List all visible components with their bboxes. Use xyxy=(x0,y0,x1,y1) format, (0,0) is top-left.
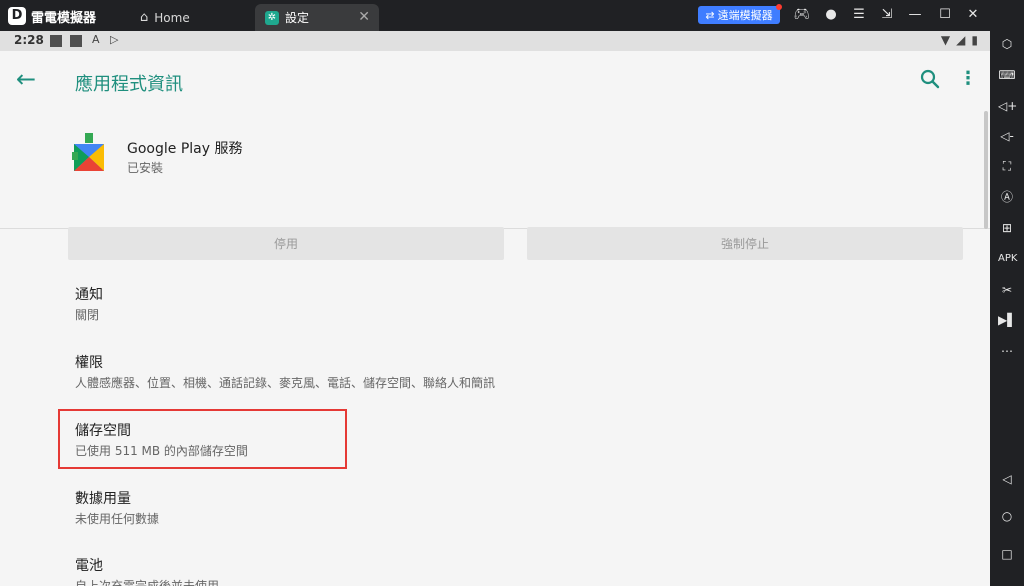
page-title: 應用程式資訊 xyxy=(75,74,183,95)
notification-a-icon: A xyxy=(92,33,100,46)
gamepad-icon[interactable]: 🎮︎ xyxy=(793,6,811,24)
account-icon[interactable]: ● xyxy=(822,6,840,24)
disable-button[interactable]: 停用 xyxy=(68,227,504,260)
item-subtitle: 關閉 xyxy=(75,308,100,322)
menu-icon[interactable]: ☰ xyxy=(850,6,868,24)
signal-icon: ◢ xyxy=(956,33,966,47)
brand-name: 雷電模擬器 xyxy=(31,10,97,26)
item-subtitle: 自上次充電完成後並未使用 xyxy=(75,579,220,586)
record-icon[interactable]: ▶▌ xyxy=(998,311,1016,329)
volume-up-icon[interactable]: ◁+ xyxy=(998,97,1017,115)
item-subtitle: 人體感應器、位置、相機、通話記錄、麥克風、電話、儲存空間、聯絡人和簡訊 xyxy=(75,376,496,390)
tab-settings-label: 設定 xyxy=(285,11,310,25)
brand-logo-icon: D xyxy=(8,7,26,25)
resize-icon[interactable]: ⇲ xyxy=(878,6,896,24)
sync-icon[interactable]: Ⓐ xyxy=(998,188,1016,206)
android-recents-icon[interactable]: □ xyxy=(998,545,1016,563)
minimize-icon[interactable]: — xyxy=(906,6,924,24)
list-item-data-usage[interactable]: 數據用量 未使用任何數據 xyxy=(75,490,159,528)
android-home-icon[interactable]: ○ xyxy=(998,507,1016,525)
screenshot-icon[interactable]: ⛶ xyxy=(998,157,1016,175)
list-item-notifications[interactable]: 通知 關閉 xyxy=(75,286,103,324)
status-right: ▼ ◢ ▮ xyxy=(941,33,978,47)
item-title: 數據用量 xyxy=(75,491,131,507)
app-name: Google Play 服務 xyxy=(127,141,243,157)
more-options-icon[interactable]: ⋮ xyxy=(958,67,978,91)
scissors-icon[interactable]: ✂ xyxy=(998,281,1016,299)
list-item-permissions[interactable]: 權限 人體感應器、位置、相機、通話記錄、麥克風、電話、儲存空間、聯絡人和簡訊 xyxy=(75,354,495,392)
notification-dot xyxy=(776,4,782,10)
more-tools-icon[interactable]: ⋯ xyxy=(998,342,1016,360)
play-store-icon: ▷ xyxy=(110,33,119,46)
app-header: Google Play 服務 已安裝 xyxy=(0,111,990,229)
tab-home[interactable]: ⌂ Home xyxy=(130,4,248,31)
notification-square-icon xyxy=(70,35,82,47)
app-install-status: 已安裝 xyxy=(127,161,164,175)
search-icon[interactable] xyxy=(918,67,942,91)
remote-emulator-label: 遠端模擬器 xyxy=(717,9,773,22)
android-back-icon[interactable]: ◁ xyxy=(998,470,1016,488)
right-toolbar: ⬡ ⌨ ◁+ ◁- ⛶ Ⓐ ⊞ APK ✂ ▶▌ ⋯ ◁ ○ □ xyxy=(990,0,1024,586)
item-subtitle: 未使用任何數據 xyxy=(75,512,160,526)
add-window-icon[interactable]: ⊞ xyxy=(998,219,1016,237)
maximize-icon[interactable]: ☐ xyxy=(936,6,954,24)
app-bar: ← 應用程式資訊 ⋮ xyxy=(0,51,990,111)
keyboard-icon[interactable]: ⌨ xyxy=(998,66,1016,84)
notification-square-icon xyxy=(50,35,62,47)
tab-home-label: Home xyxy=(154,10,190,25)
emulator-title-bar: D 雷電模擬器 ⌂ Home ✲ 設定 ✕ ⇄ 遠端模擬器 🎮︎ ● ☰ ⇲ —… xyxy=(0,0,1024,31)
status-time: 2:28 xyxy=(14,33,44,47)
status-bar: 2:28 A ▷ ▼ ◢ ▮ xyxy=(0,31,990,51)
settings-hex-icon[interactable]: ⬡ xyxy=(998,35,1016,53)
list-item-battery[interactable]: 電池 自上次充電完成後並未使用 xyxy=(75,557,219,586)
item-title: 權限 xyxy=(75,355,103,371)
force-stop-button[interactable]: 強制停止 xyxy=(527,227,963,260)
settings-gear-icon: ✲ xyxy=(265,10,279,25)
item-title: 電池 xyxy=(75,558,103,574)
emulator-window: D 雷電模擬器 ⌂ Home ✲ 設定 ✕ ⇄ 遠端模擬器 🎮︎ ● ☰ ⇲ —… xyxy=(0,0,1024,586)
storage-highlight-box xyxy=(58,409,347,469)
item-title: 通知 xyxy=(75,287,103,303)
android-screen: 2:28 A ▷ ▼ ◢ ▮ ← 應用程式資訊 ⋮ Google Play 服務… xyxy=(0,31,990,586)
home-icon: ⌂ xyxy=(140,10,149,25)
tab-close-icon[interactable]: ✕ xyxy=(358,9,370,25)
tab-settings[interactable]: ✲ 設定 ✕ xyxy=(255,4,379,31)
back-arrow-icon[interactable]: ← xyxy=(16,65,36,93)
apk-install-icon[interactable]: APK xyxy=(998,250,1017,268)
scrollbar[interactable] xyxy=(984,111,988,229)
volume-down-icon[interactable]: ◁- xyxy=(998,127,1016,145)
brand: D 雷電模擬器 xyxy=(8,6,96,26)
google-play-services-icon xyxy=(72,133,104,171)
remote-emulator-button[interactable]: ⇄ 遠端模擬器 xyxy=(698,4,782,24)
wifi-icon: ▼ xyxy=(940,33,951,47)
close-icon[interactable]: ✕ xyxy=(964,6,982,24)
battery-icon: ▮ xyxy=(971,33,978,47)
remote-icon: ⇄ xyxy=(705,8,715,22)
